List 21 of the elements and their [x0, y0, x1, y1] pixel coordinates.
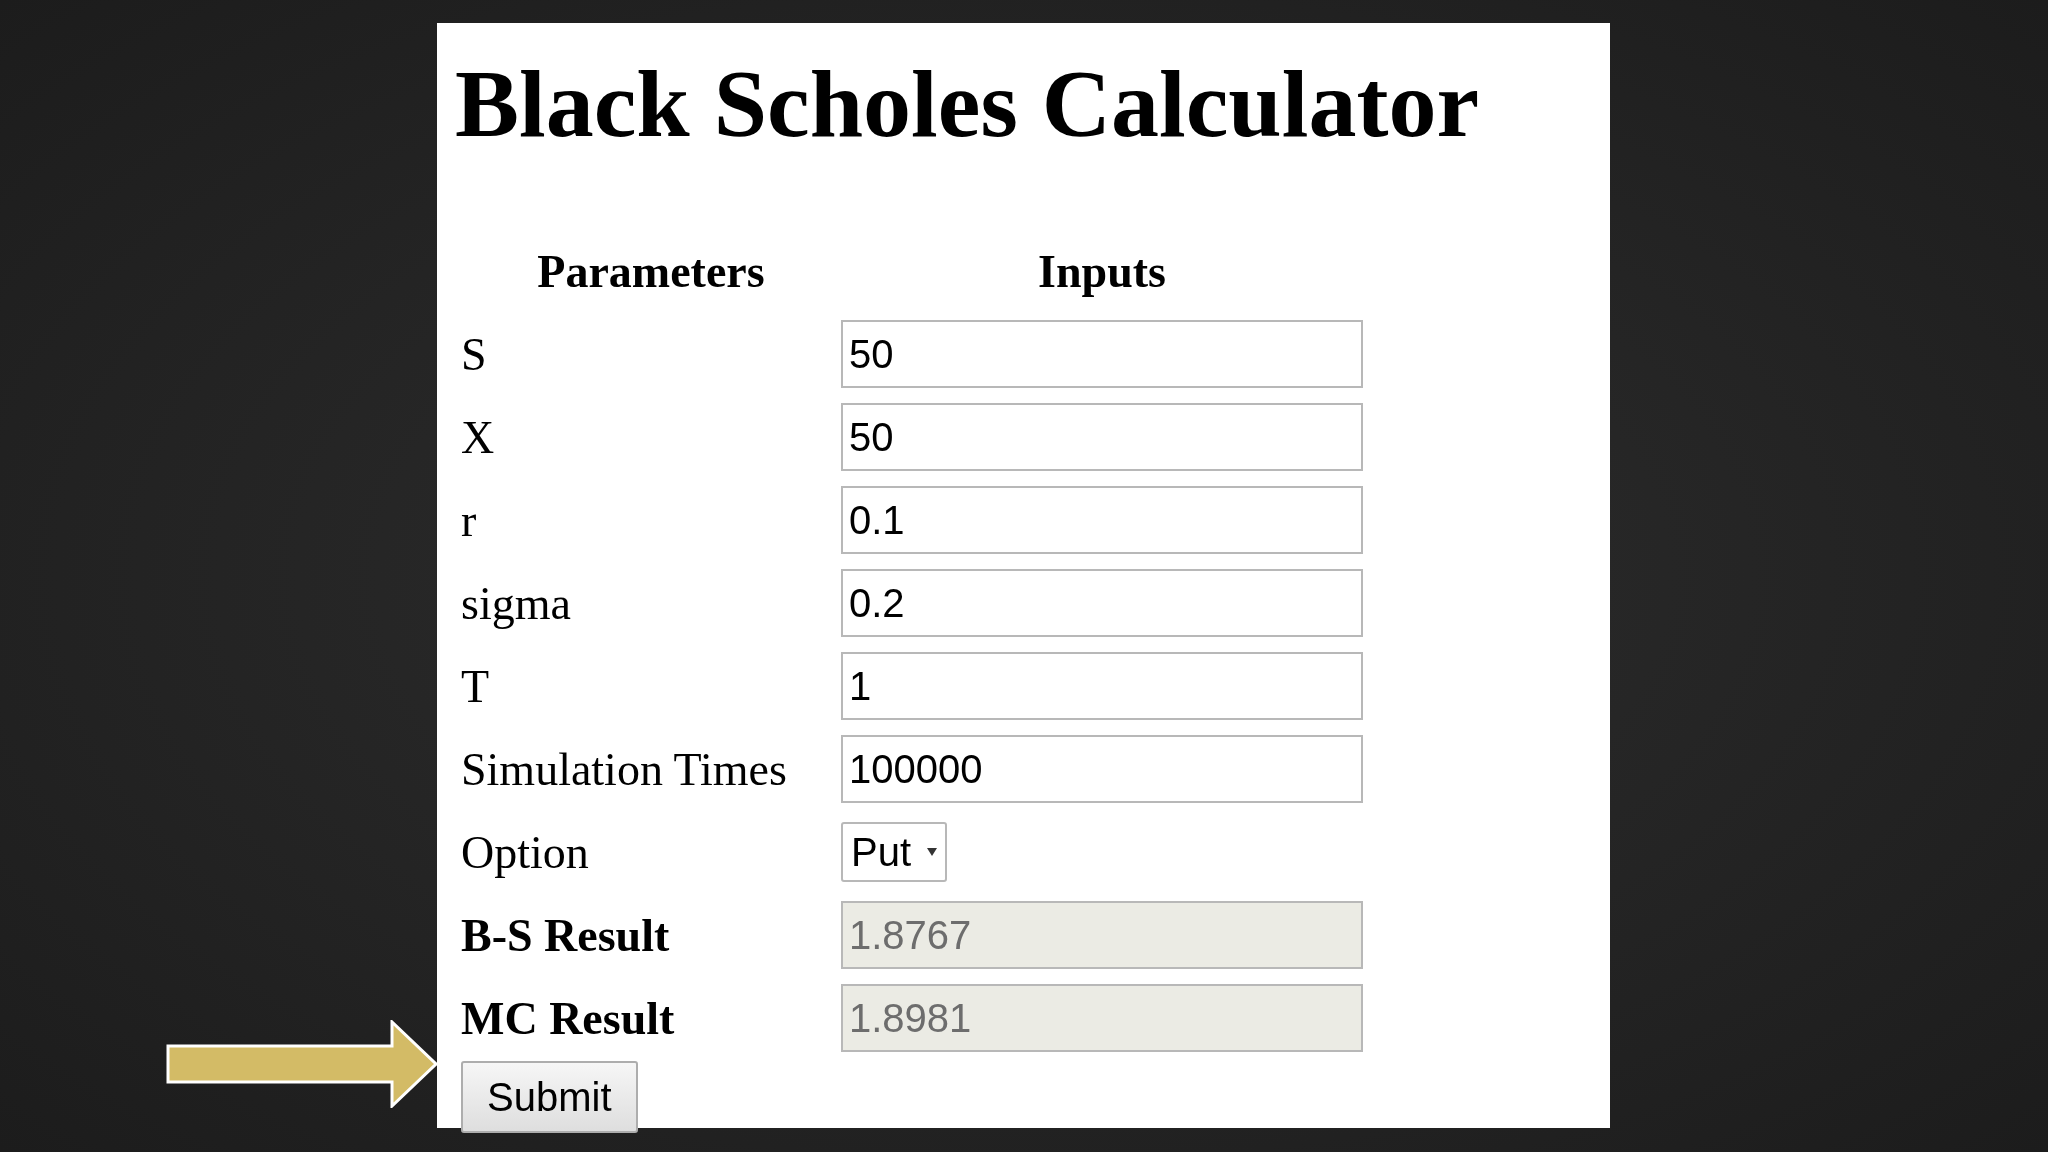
caret-icon [927, 848, 938, 857]
input-field[interactable]: 50 [841, 403, 1363, 472]
parameter-label: Option [461, 825, 590, 880]
parameter-label: Simulation Times [461, 742, 788, 797]
parameter-label: X [461, 410, 496, 465]
parameter-label: r [461, 493, 478, 548]
parameter-label: sigma [461, 576, 572, 631]
option-dropdown[interactable]: Put [841, 822, 948, 883]
input-field[interactable]: 0.1 [841, 486, 1363, 555]
parameter-label: MC Result [461, 991, 676, 1046]
input-field[interactable]: 1 [841, 652, 1363, 721]
column-header: Parameters [536, 244, 766, 299]
submit-button[interactable]: Submit [461, 1060, 638, 1133]
page-title: Black Scholes Calculator [455, 51, 1480, 157]
input-field[interactable]: 0.2 [841, 569, 1363, 638]
input-field[interactable]: 100000 [841, 735, 1363, 804]
parameter-label: S [461, 327, 488, 382]
parameter-label: B-S Result [461, 908, 671, 963]
input-field[interactable]: 50 [841, 320, 1363, 389]
column-header: Inputs [1037, 244, 1167, 299]
parameter-label: T [461, 659, 491, 714]
